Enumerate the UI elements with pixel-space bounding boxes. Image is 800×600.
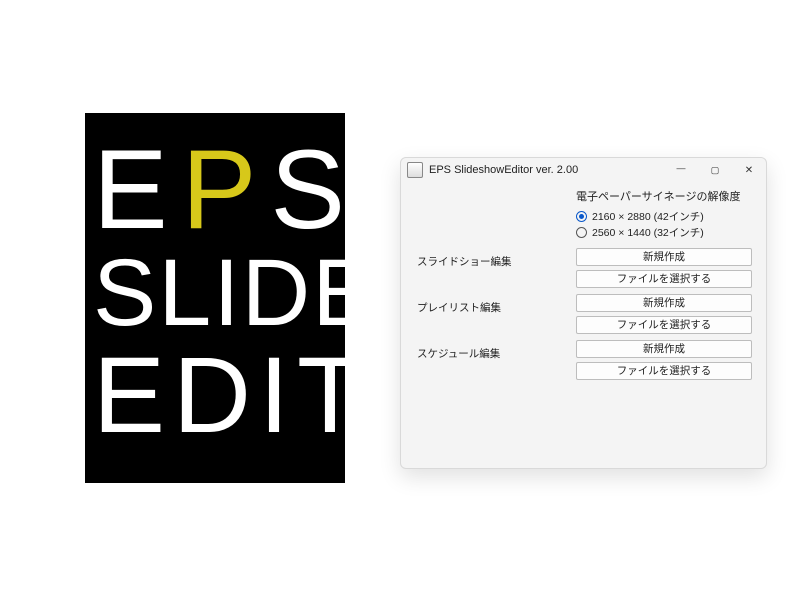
schedule-new-button[interactable]: 新規作成 [576, 340, 752, 358]
window-title: EPS SlideshowEditor ver. 2.00 [429, 164, 664, 176]
logo-letter-s: S [270, 127, 345, 252]
radio-icon [576, 211, 587, 222]
radio-icon [576, 227, 587, 238]
resolution-option-42[interactable]: 2160 × 2880 (42インチ) [576, 208, 740, 224]
maximize-button[interactable] [698, 158, 732, 182]
section-label-slideshow: スライドショー編集 [417, 254, 512, 269]
resolution-option-label: 2160 × 2880 (42インチ) [592, 209, 704, 224]
app-logo: EPS SLIDE EDIT [85, 113, 345, 483]
section-label-playlist: プレイリスト編集 [417, 300, 501, 315]
schedule-buttons: 新規作成 ファイルを選択する [576, 340, 752, 380]
client-area: 電子ペーパーサイネージの解像度 2160 × 2880 (42インチ) 2560… [401, 182, 766, 468]
resolution-option-32[interactable]: 2560 × 1440 (32インチ) [576, 224, 740, 240]
logo-letter-e: E [93, 127, 182, 252]
logo-line-2: SLIDE [93, 246, 337, 341]
playlist-open-button[interactable]: ファイルを選択する [576, 316, 752, 334]
playlist-buttons: 新規作成 ファイルを選択する [576, 294, 752, 334]
minimize-button[interactable] [664, 158, 698, 182]
slideshow-buttons: 新規作成 ファイルを選択する [576, 248, 752, 288]
logo-line-1: EPS [93, 134, 337, 246]
section-label-schedule: スケジュール編集 [417, 346, 500, 361]
schedule-open-button[interactable]: ファイルを選択する [576, 362, 752, 380]
close-button[interactable] [732, 158, 766, 182]
slideshow-open-button[interactable]: ファイルを選択する [576, 270, 752, 288]
playlist-new-button[interactable]: 新規作成 [576, 294, 752, 312]
app-window: EPS SlideshowEditor ver. 2.00 電子ペーパーサイネー… [400, 157, 767, 469]
logo-line-3: EDIT [93, 341, 337, 449]
resolution-group: 電子ペーパーサイネージの解像度 2160 × 2880 (42インチ) 2560… [576, 188, 740, 240]
slideshow-new-button[interactable]: 新規作成 [576, 248, 752, 266]
resolution-heading: 電子ペーパーサイネージの解像度 [576, 188, 740, 204]
titlebar[interactable]: EPS SlideshowEditor ver. 2.00 [401, 158, 766, 182]
logo-letter-p: P [182, 127, 271, 252]
app-icon [407, 162, 423, 178]
resolution-option-label: 2560 × 1440 (32インチ) [592, 225, 704, 240]
